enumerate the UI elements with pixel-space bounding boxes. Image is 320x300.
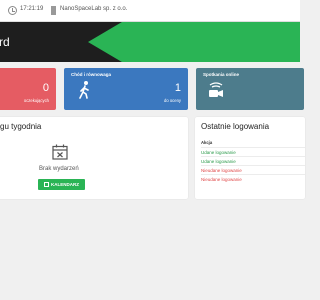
recent-logins-card: Ostatnie logowania Akcja Udane logowanie… [195,117,305,199]
gait-balance-caption: do oceny [164,98,181,103]
top-bar: 17:21:19 NanoSpaceLab sp. z o.o. [0,0,300,22]
clock-icon [8,6,17,15]
video-camera-icon [209,82,223,97]
online-meetings-stat-tile[interactable]: Spotkania online [196,68,304,110]
pending-count: 0 [42,82,49,94]
current-time: 17:21:19 [20,6,44,12]
pending-caption: oczekujących [23,98,49,103]
pending-stat-tile[interactable]: 0 oczekujących [0,68,56,110]
recent-logins-title: Ostatnie logowania [201,122,270,131]
login-row: Udane logowanie [201,156,305,165]
building-icon [51,6,56,15]
action-column-header: Akcja [201,140,213,145]
calendar-icon [44,182,49,187]
organization-name: NanoSpaceLab sp. z o.o. [60,6,128,12]
login-row: Udane logowanie [201,147,305,156]
gait-balance-stat-tile[interactable]: Chód i równowaga 1 do oceny [64,68,188,110]
gait-balance-count: 1 [174,82,181,94]
page-title: rd [0,35,10,49]
login-row: Nieudane logowanie [201,165,305,174]
login-row: Nieudane logowanie [201,174,305,183]
calendar-empty-icon [52,144,68,160]
calendar-button-label: KALENDARZ [51,182,79,187]
banner-accent [88,22,300,62]
dashboard-banner: rd [0,22,300,62]
online-meetings-label: Spotkania online [203,72,240,77]
calendar-button[interactable]: KALENDARZ [38,179,85,190]
walking-person-icon [79,81,89,99]
no-events-text: Brak wydarzeń [39,166,79,172]
week-events-title: gu tygodnia [0,122,42,131]
logins-table: Akcja Udane logowanie Udane logowanie Ni… [201,139,305,183]
gait-balance-label: Chód i równowaga [71,72,111,77]
week-events-card: gu tygodnia Brak wydarzeń KALENDARZ [0,117,188,199]
